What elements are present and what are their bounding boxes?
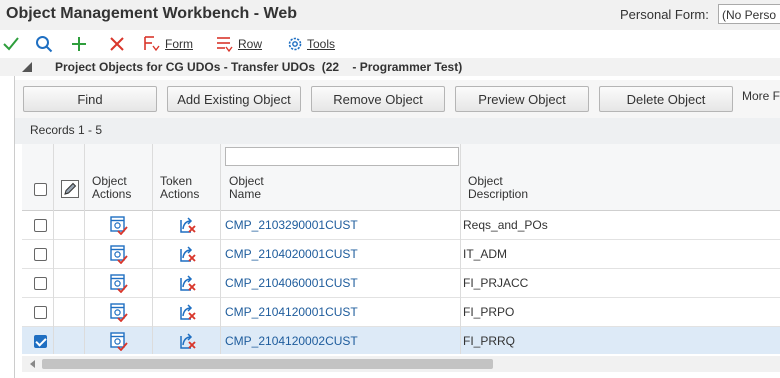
col-divider (152, 144, 153, 354)
delete-button[interactable] (108, 32, 126, 56)
find-button[interactable]: Find (23, 86, 157, 112)
table-row[interactable]: CMP_2103290001CUST Reqs_and_POs (22, 211, 780, 240)
row-menu-label: Row (238, 37, 263, 51)
more-button[interactable]: More F (742, 89, 780, 103)
object-name-link[interactable]: CMP_2104120002CUST (225, 334, 358, 348)
form-menu-label: Form (165, 37, 193, 51)
tools-menu[interactable]: Tools (286, 32, 335, 56)
gear-icon (288, 37, 302, 51)
token-actions-icon[interactable] (177, 273, 197, 293)
col-divider (460, 144, 461, 354)
row-checkbox[interactable] (34, 306, 47, 319)
row-checkbox[interactable] (34, 335, 47, 348)
plus-icon (72, 37, 86, 51)
object-actions-icon[interactable] (108, 302, 128, 323)
table-row[interactable]: CMP_2104060001CUST FI_PRJACC (22, 269, 780, 298)
filter-row (22, 144, 780, 171)
records-bar: Records 1 - 5 (15, 118, 780, 144)
form-menu[interactable]: Form (142, 32, 193, 56)
row-checkbox[interactable] (34, 248, 47, 261)
collapse-triangle-icon[interactable] (22, 62, 32, 72)
edit-grid-icon[interactable] (60, 179, 80, 199)
app-title: Object Management Workbench - Web (6, 5, 298, 22)
object-name-link[interactable]: CMP_2103290001CUST (225, 218, 358, 232)
token-actions-icon[interactable] (177, 244, 197, 264)
header-row: Object Actions Token Actions Object Name… (22, 170, 780, 211)
remove-object-button[interactable]: Remove Object (311, 86, 445, 112)
scrollbar-thumb[interactable] (42, 359, 493, 369)
object-name-link[interactable]: CMP_2104020001CUST (225, 247, 358, 261)
table-row[interactable]: CMP_2104020001CUST IT_ADM (22, 240, 780, 269)
select-all-checkbox[interactable] (34, 183, 47, 196)
section-title: Project Objects for CG UDOs - Transfer U… (55, 60, 463, 74)
data-grid: Object Actions Token Actions Object Name… (22, 144, 780, 354)
check-icon (3, 37, 19, 51)
col-object-name[interactable]: Object Name (229, 175, 264, 201)
col-object-actions: Object Actions (92, 174, 132, 201)
col-divider (53, 144, 54, 354)
col-divider (84, 144, 85, 354)
object-description: FI_PRRQ (463, 334, 516, 348)
close-icon (110, 37, 124, 51)
personal-form-label: Personal Form: (620, 7, 709, 22)
search-icon (36, 36, 53, 53)
row-menu-icon (217, 37, 233, 53)
col-token-actions: Token Actions (160, 174, 200, 201)
preview-object-button[interactable]: Preview Object (455, 86, 589, 112)
object-actions-icon[interactable] (108, 244, 128, 265)
add-button[interactable] (70, 32, 88, 56)
table-row[interactable]: CMP_2104120001CUST FI_PRPO (22, 298, 780, 327)
find-toolbar-button[interactable] (35, 32, 53, 56)
object-actions-icon[interactable] (108, 273, 128, 294)
personal-form-select[interactable]: (No Perso (718, 4, 780, 24)
table-row[interactable]: CMP_2104120002CUST FI_PRRQ (22, 327, 780, 354)
token-actions-icon[interactable] (177, 331, 197, 351)
object-actions-icon[interactable] (108, 331, 128, 352)
toolbar: Form Row Tools (0, 32, 780, 56)
add-existing-object-button[interactable]: Add Existing Object (167, 86, 301, 112)
object-actions-icon[interactable] (108, 215, 128, 236)
row-checkbox[interactable] (34, 277, 47, 290)
form-menu-icon (144, 36, 160, 52)
records-count: Records 1 - 5 (30, 123, 103, 137)
object-name-link[interactable]: CMP_2104060001CUST (225, 276, 358, 290)
col-object-description[interactable]: Object Description (468, 175, 528, 201)
scroll-left-arrow-icon[interactable] (30, 360, 35, 368)
object-description: IT_ADM (463, 247, 508, 261)
object-description: FI_PRJACC (463, 276, 529, 290)
object-name-filter-input[interactable] (225, 147, 459, 166)
row-checkbox[interactable] (34, 219, 47, 232)
row-menu[interactable]: Row (215, 32, 262, 56)
horizontal-scrollbar[interactable] (22, 356, 780, 372)
ok-button[interactable] (2, 32, 20, 56)
token-actions-icon[interactable] (177, 302, 197, 322)
object-name-link[interactable]: CMP_2104120001CUST (225, 305, 358, 319)
object-description: FI_PRPO (463, 305, 515, 319)
object-description: Reqs_and_POs (463, 218, 548, 232)
delete-object-button[interactable]: Delete Object (599, 86, 733, 112)
token-actions-icon[interactable] (177, 215, 197, 235)
tools-menu-label: Tools (307, 37, 336, 51)
col-divider (220, 144, 221, 354)
